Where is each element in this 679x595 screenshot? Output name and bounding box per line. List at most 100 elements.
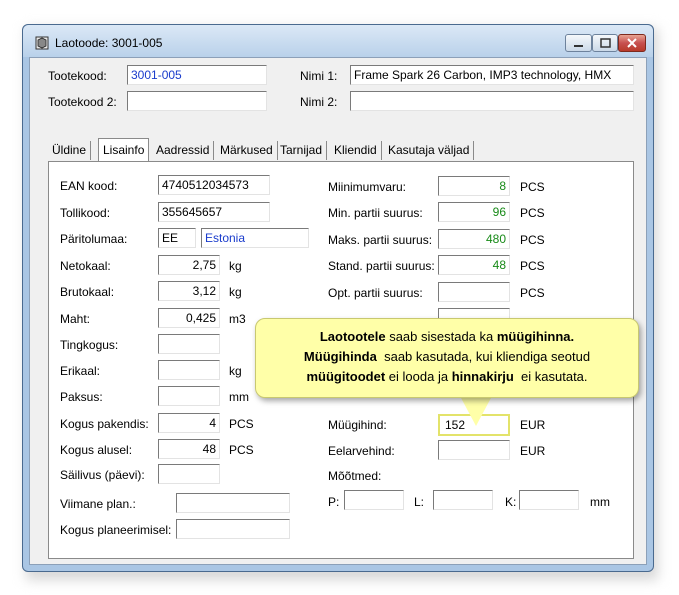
minimize-icon [574,45,583,47]
ean-label: EAN kood: [60,179,118,193]
tingkogus-label: Tingkogus: [60,338,119,352]
tab-uldine[interactable]: Üldine [48,141,92,160]
callout-l3c: hinnakirju [451,369,514,384]
paritolu-name-input[interactable]: Estonia [201,228,309,248]
callout-l1a: Laotootele [319,329,386,344]
callout-l3a: müügitoodet [306,369,386,384]
sailivus-label: Säilivus (päevi): [60,468,145,482]
toll-input[interactable]: 355645657 [158,202,270,222]
callout-l1c: müügihinna. [496,329,575,344]
standpartii-input[interactable]: 48 [438,255,510,275]
nimi2-input[interactable] [350,91,634,111]
bruto-unit: kg [229,285,242,299]
callout-l3b: ei looda ja [385,369,452,384]
alus-input[interactable]: 48 [158,439,220,459]
nimi2-label: Nimi 2: [300,95,338,109]
planeer-label: Kogus planeerimisel: [60,523,172,537]
maht-unit: m3 [229,312,246,326]
tingkogus-input[interactable] [158,334,220,354]
sailivus-input[interactable] [158,464,220,484]
k-input[interactable] [519,490,579,510]
eelarve-unit: EUR [520,444,546,458]
makspartii-input[interactable]: 480 [438,229,510,249]
standpartii-label: Stand. partii suurus: [328,259,435,273]
optpartii-unit: PCS [520,286,545,300]
callout-l2b: saab kasutada, kui kliendiga seotud [376,349,591,364]
callout-l2a: Müügihinda [303,349,377,364]
maximize-button[interactable] [592,34,618,52]
callout-line-3: müügitoodet ei looda ja hinnakirju ei ka… [256,367,638,387]
l-input[interactable] [433,490,493,510]
muugihind-unit: EUR [520,418,546,432]
tootekood-input[interactable]: 3001-005 [127,65,267,85]
optpartii-input[interactable] [438,282,510,302]
close-button[interactable] [618,34,646,52]
app-icon [35,36,49,50]
tootekood2-input[interactable] [127,91,267,111]
minpartii-label: Min. partii suurus: [328,206,423,220]
callout-bubble: Laotootele saab sisestada ka müügihinna.… [255,318,639,398]
k-label: K: [505,495,517,509]
minpartii-unit: PCS [520,206,545,220]
callout-l3d: ei kasutata. [513,369,588,384]
nimi1-input[interactable]: Frame Spark 26 Carbon, IMP3 technology, … [350,65,634,85]
alus-unit: PCS [229,443,254,457]
miinimum-unit: PCS [520,180,545,194]
standpartii-unit: PCS [520,259,545,273]
ean-input[interactable]: 4740512034573 [158,175,270,195]
paksus-input[interactable] [158,386,220,406]
erikaal-input[interactable] [158,360,220,380]
paritolu-code-input[interactable]: EE [158,228,196,248]
maht-label: Maht: [60,312,91,326]
mm-unit: mm [590,495,610,509]
tab-markused[interactable]: Märkused [216,141,278,160]
tab-aadressid[interactable]: Aadressid [152,141,215,160]
erikaal-unit: kg [229,364,242,378]
plan-input[interactable] [176,493,290,513]
pakend-unit: PCS [229,417,254,431]
neto-unit: kg [229,259,242,273]
makspartii-label: Maks. partii suurus: [328,233,433,247]
miinimum-input[interactable]: 8 [438,176,510,196]
neto-label: Netokaal: [60,259,111,273]
tootekood2-label: Tootekood 2: [48,95,117,109]
paksus-unit: mm [229,390,249,404]
maht-input[interactable]: 0,425 [158,308,220,328]
nimi1-label: Nimi 1: [300,69,338,83]
p-input[interactable] [344,490,404,510]
pakend-input[interactable]: 4 [158,413,220,433]
eelarve-label: Eelarvehind: [328,444,395,458]
pakend-label: Kogus pakendis: [60,417,149,431]
planeer-input[interactable] [176,519,290,539]
optpartii-label: Opt. partii suurus: [328,286,423,300]
tootekood-label: Tootekood: [48,69,107,83]
minpartii-input[interactable]: 96 [438,202,510,222]
callout-pointer [460,396,492,426]
paritolu-label: Päritolumaa: [60,232,128,246]
p-label: P: [328,495,340,509]
maximize-icon [600,38,611,48]
tab-kasutaja-valjad[interactable]: Kasutaja väljad [384,141,475,160]
tab-kliendid[interactable]: Kliendid [330,141,382,160]
eelarve-input[interactable] [438,440,510,460]
window-title: Laotoode: 3001-005 [55,36,163,50]
miinimum-label: Miinimumvaru: [328,180,407,194]
muugihind-label: Müügihind: [328,418,387,432]
bruto-input[interactable]: 3,12 [158,281,220,301]
minimize-button[interactable] [565,34,592,52]
close-icon [627,38,637,48]
title-bar[interactable]: Laotoode: 3001-005 [23,25,653,57]
callout-l1b: saab sisestada ka [385,329,497,344]
tab-lisainfo[interactable]: Lisainfo [98,138,150,162]
mootmed-label: Mõõtmed: [328,469,382,483]
neto-input[interactable]: 2,75 [158,255,220,275]
alus-label: Kogus alusel: [60,443,133,457]
erikaal-label: Erikaal: [60,364,101,378]
callout-line-1: Laotootele saab sisestada ka müügihinna. [256,327,638,347]
tab-tarnijad[interactable]: Tarnijad [276,141,328,160]
plan-label: Viimane plan.: [60,497,136,511]
l-label: L: [414,495,425,509]
toll-label: Tollikood: [60,206,111,220]
bruto-label: Brutokaal: [60,285,115,299]
paksus-label: Paksus: [60,390,103,404]
